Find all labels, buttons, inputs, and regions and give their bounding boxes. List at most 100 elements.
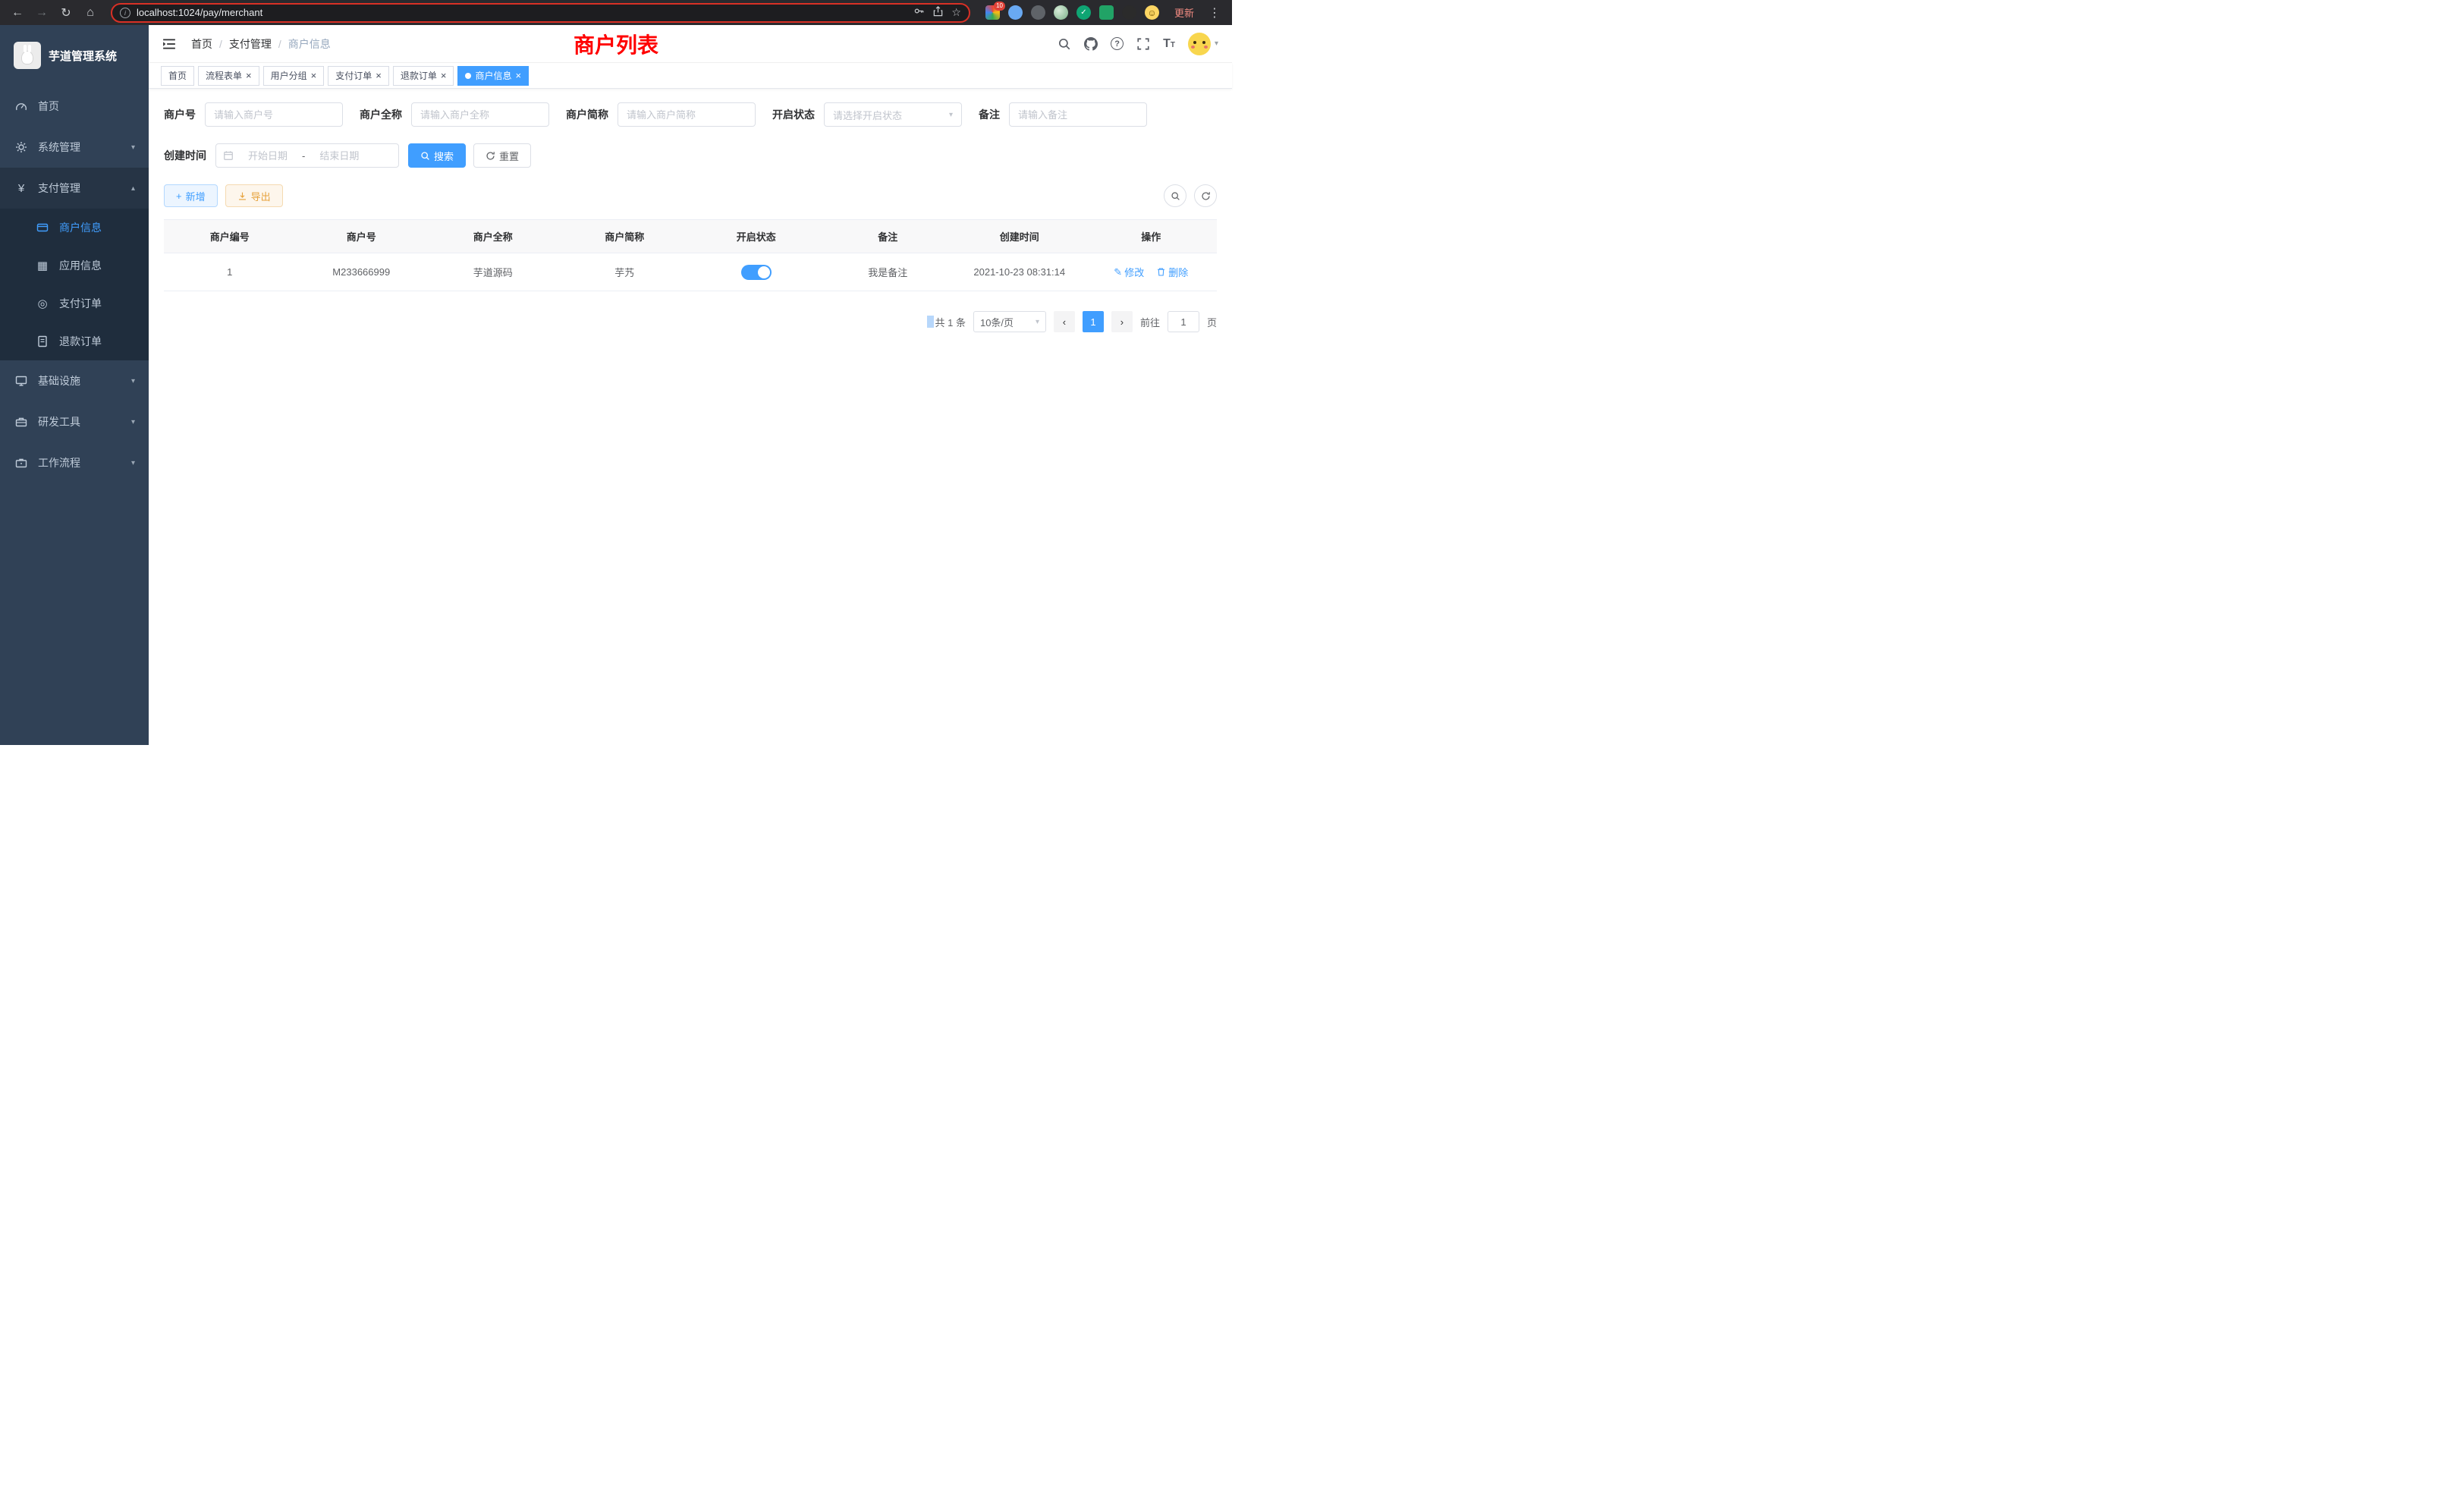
site-info-icon[interactable]: i	[120, 8, 130, 18]
address-bar[interactable]: i localhost:1024/pay/merchant ☆	[111, 3, 970, 23]
sidebar-item-merchant-info[interactable]: 商户信息	[0, 209, 149, 247]
home-button[interactable]: ⌂	[80, 3, 100, 23]
fullscreen-icon[interactable]	[1136, 37, 1150, 51]
smiley-icon: ☺	[1147, 8, 1156, 18]
pagination-total: 共 1 条	[935, 315, 966, 329]
dashboard-icon	[14, 100, 29, 112]
start-date-input[interactable]	[237, 150, 298, 162]
sidebar-item-label: 基础设施	[38, 373, 131, 388]
sidebar-item-home[interactable]: 首页	[0, 86, 149, 127]
tab-user-group[interactable]: 用户分组 ×	[263, 66, 325, 86]
breadcrumb-home[interactable]: 首页	[191, 36, 212, 52]
github-icon[interactable]	[1084, 37, 1098, 51]
browser-extension-icon[interactable]	[1099, 5, 1114, 20]
sidebar-item-system[interactable]: 系统管理 ▾	[0, 127, 149, 168]
close-icon[interactable]: ×	[311, 71, 317, 80]
download-icon	[237, 191, 247, 201]
cell-merchant-id: 1	[164, 266, 296, 278]
goto-page-input[interactable]	[1168, 311, 1199, 332]
page-button-1[interactable]: 1	[1083, 311, 1104, 332]
grid-icon: ▦	[35, 259, 50, 272]
bookmark-star-icon[interactable]: ☆	[951, 6, 961, 19]
browser-extension-icon[interactable]	[1008, 5, 1023, 20]
font-size-icon[interactable]: T T	[1163, 39, 1175, 49]
sidebar-item-workflow[interactable]: 工作流程 ▾	[0, 442, 149, 483]
refresh-table-button[interactable]	[1194, 184, 1217, 207]
breadcrumb: 首页 / 支付管理 / 商户信息	[191, 36, 331, 52]
next-page-button[interactable]: ›	[1111, 311, 1133, 332]
column-header: 操作	[1086, 229, 1218, 244]
help-icon[interactable]: ?	[1111, 37, 1124, 50]
merchant-no-input[interactable]	[205, 102, 343, 127]
browser-extension-icon[interactable]	[1122, 5, 1136, 20]
merchant-no-label: 商户号	[164, 107, 205, 122]
chevron-down-icon: ▾	[949, 111, 953, 119]
close-icon[interactable]: ×	[376, 71, 382, 80]
sidebar-item-app-info[interactable]: ▦ 应用信息	[0, 247, 149, 284]
page-content: 商户号 商户全称 商户简称 开启状态 请选择开启状态 ▾	[149, 89, 1232, 745]
search-button[interactable]: 搜索	[408, 143, 466, 168]
sidebar-item-label: 工作流程	[38, 455, 131, 470]
full-name-input[interactable]	[411, 102, 549, 127]
yuan-icon: ¥	[14, 182, 29, 195]
status-select[interactable]: 请选择开启状态 ▾	[824, 102, 962, 127]
browser-extension-icon[interactable]	[1054, 5, 1068, 20]
close-icon[interactable]: ×	[515, 71, 521, 80]
short-name-input[interactable]	[618, 102, 756, 127]
sidebar-item-label: 首页	[38, 99, 135, 114]
date-range-picker[interactable]: -	[215, 143, 399, 168]
cell-full-name: 芋道源码	[427, 265, 559, 279]
add-button[interactable]: + 新增	[164, 184, 218, 207]
browser-extension-icon[interactable]: ☺	[1145, 5, 1159, 20]
back-button[interactable]: ←	[8, 3, 27, 23]
tab-refund-orders[interactable]: 退款订单 ×	[393, 66, 454, 86]
sidebar-collapse-icon[interactable]	[162, 36, 179, 52]
tab-process-form[interactable]: 流程表单 ×	[198, 66, 259, 86]
prev-page-button[interactable]: ‹	[1054, 311, 1075, 332]
app-title: 芋道管理系统	[49, 48, 117, 64]
forward-button[interactable]: →	[32, 3, 52, 23]
browser-update-button[interactable]: 更新	[1174, 5, 1194, 20]
cell-merchant-no: M233666999	[296, 266, 428, 278]
reload-button[interactable]: ↻	[56, 3, 76, 23]
sidebar-item-refund-orders[interactable]: 退款订单	[0, 322, 149, 360]
browser-extension-icon[interactable]	[1031, 5, 1045, 20]
app-logo[interactable]: 芋道管理系统	[0, 25, 149, 86]
breadcrumb-payment[interactable]: 支付管理	[229, 36, 272, 52]
browser-menu-icon[interactable]: ⋮	[1205, 3, 1224, 23]
sidebar-item-infrastructure[interactable]: 基础设施 ▾	[0, 360, 149, 401]
delete-link[interactable]: 删除	[1156, 265, 1188, 279]
browser-extension-icon[interactable]: 10	[985, 5, 1000, 20]
tab-payment-orders[interactable]: 支付订单 ×	[328, 66, 389, 86]
remark-input[interactable]	[1009, 102, 1147, 127]
password-key-icon[interactable]	[913, 5, 925, 20]
check-icon: ✓	[1080, 8, 1086, 17]
chevron-down-icon: ▾	[1036, 318, 1039, 326]
text-selection-artifact	[927, 316, 934, 328]
sidebar-item-payment[interactable]: ¥ 支付管理 ▴	[0, 168, 149, 209]
status-toggle[interactable]	[741, 265, 772, 280]
gear-icon	[14, 141, 29, 153]
reset-button[interactable]: 重置	[473, 143, 531, 168]
merchant-table: 商户编号 商户号 商户全称 商户简称 开启状态 备注 创建时间 操作 1 M23…	[164, 219, 1217, 291]
share-icon[interactable]	[932, 5, 944, 20]
chevron-right-icon: ›	[1120, 316, 1124, 328]
end-date-input[interactable]	[309, 150, 369, 162]
close-icon[interactable]: ×	[246, 71, 252, 80]
status-label: 开启状态	[772, 107, 824, 122]
sidebar-item-label: 系统管理	[38, 140, 131, 155]
browser-extension-icon[interactable]: ✓	[1076, 5, 1091, 20]
tab-merchant-info[interactable]: 商户信息 ×	[457, 66, 529, 86]
search-icon[interactable]	[1058, 37, 1071, 51]
user-avatar[interactable]: ▾	[1188, 33, 1218, 55]
tab-home[interactable]: 首页	[161, 66, 194, 86]
page-size-select[interactable]: 10条/页 ▾	[973, 311, 1046, 332]
sidebar-item-dev-tools[interactable]: 研发工具 ▾	[0, 401, 149, 442]
export-button[interactable]: 导出	[225, 184, 283, 207]
edit-link[interactable]: ✎ 修改	[1114, 265, 1144, 279]
sidebar-item-payment-orders[interactable]: ◎ 支付订单	[0, 284, 149, 322]
date-separator: -	[302, 150, 305, 162]
close-icon[interactable]: ×	[441, 71, 447, 80]
toggle-search-button[interactable]	[1164, 184, 1186, 207]
chevron-down-icon: ▾	[131, 418, 135, 426]
